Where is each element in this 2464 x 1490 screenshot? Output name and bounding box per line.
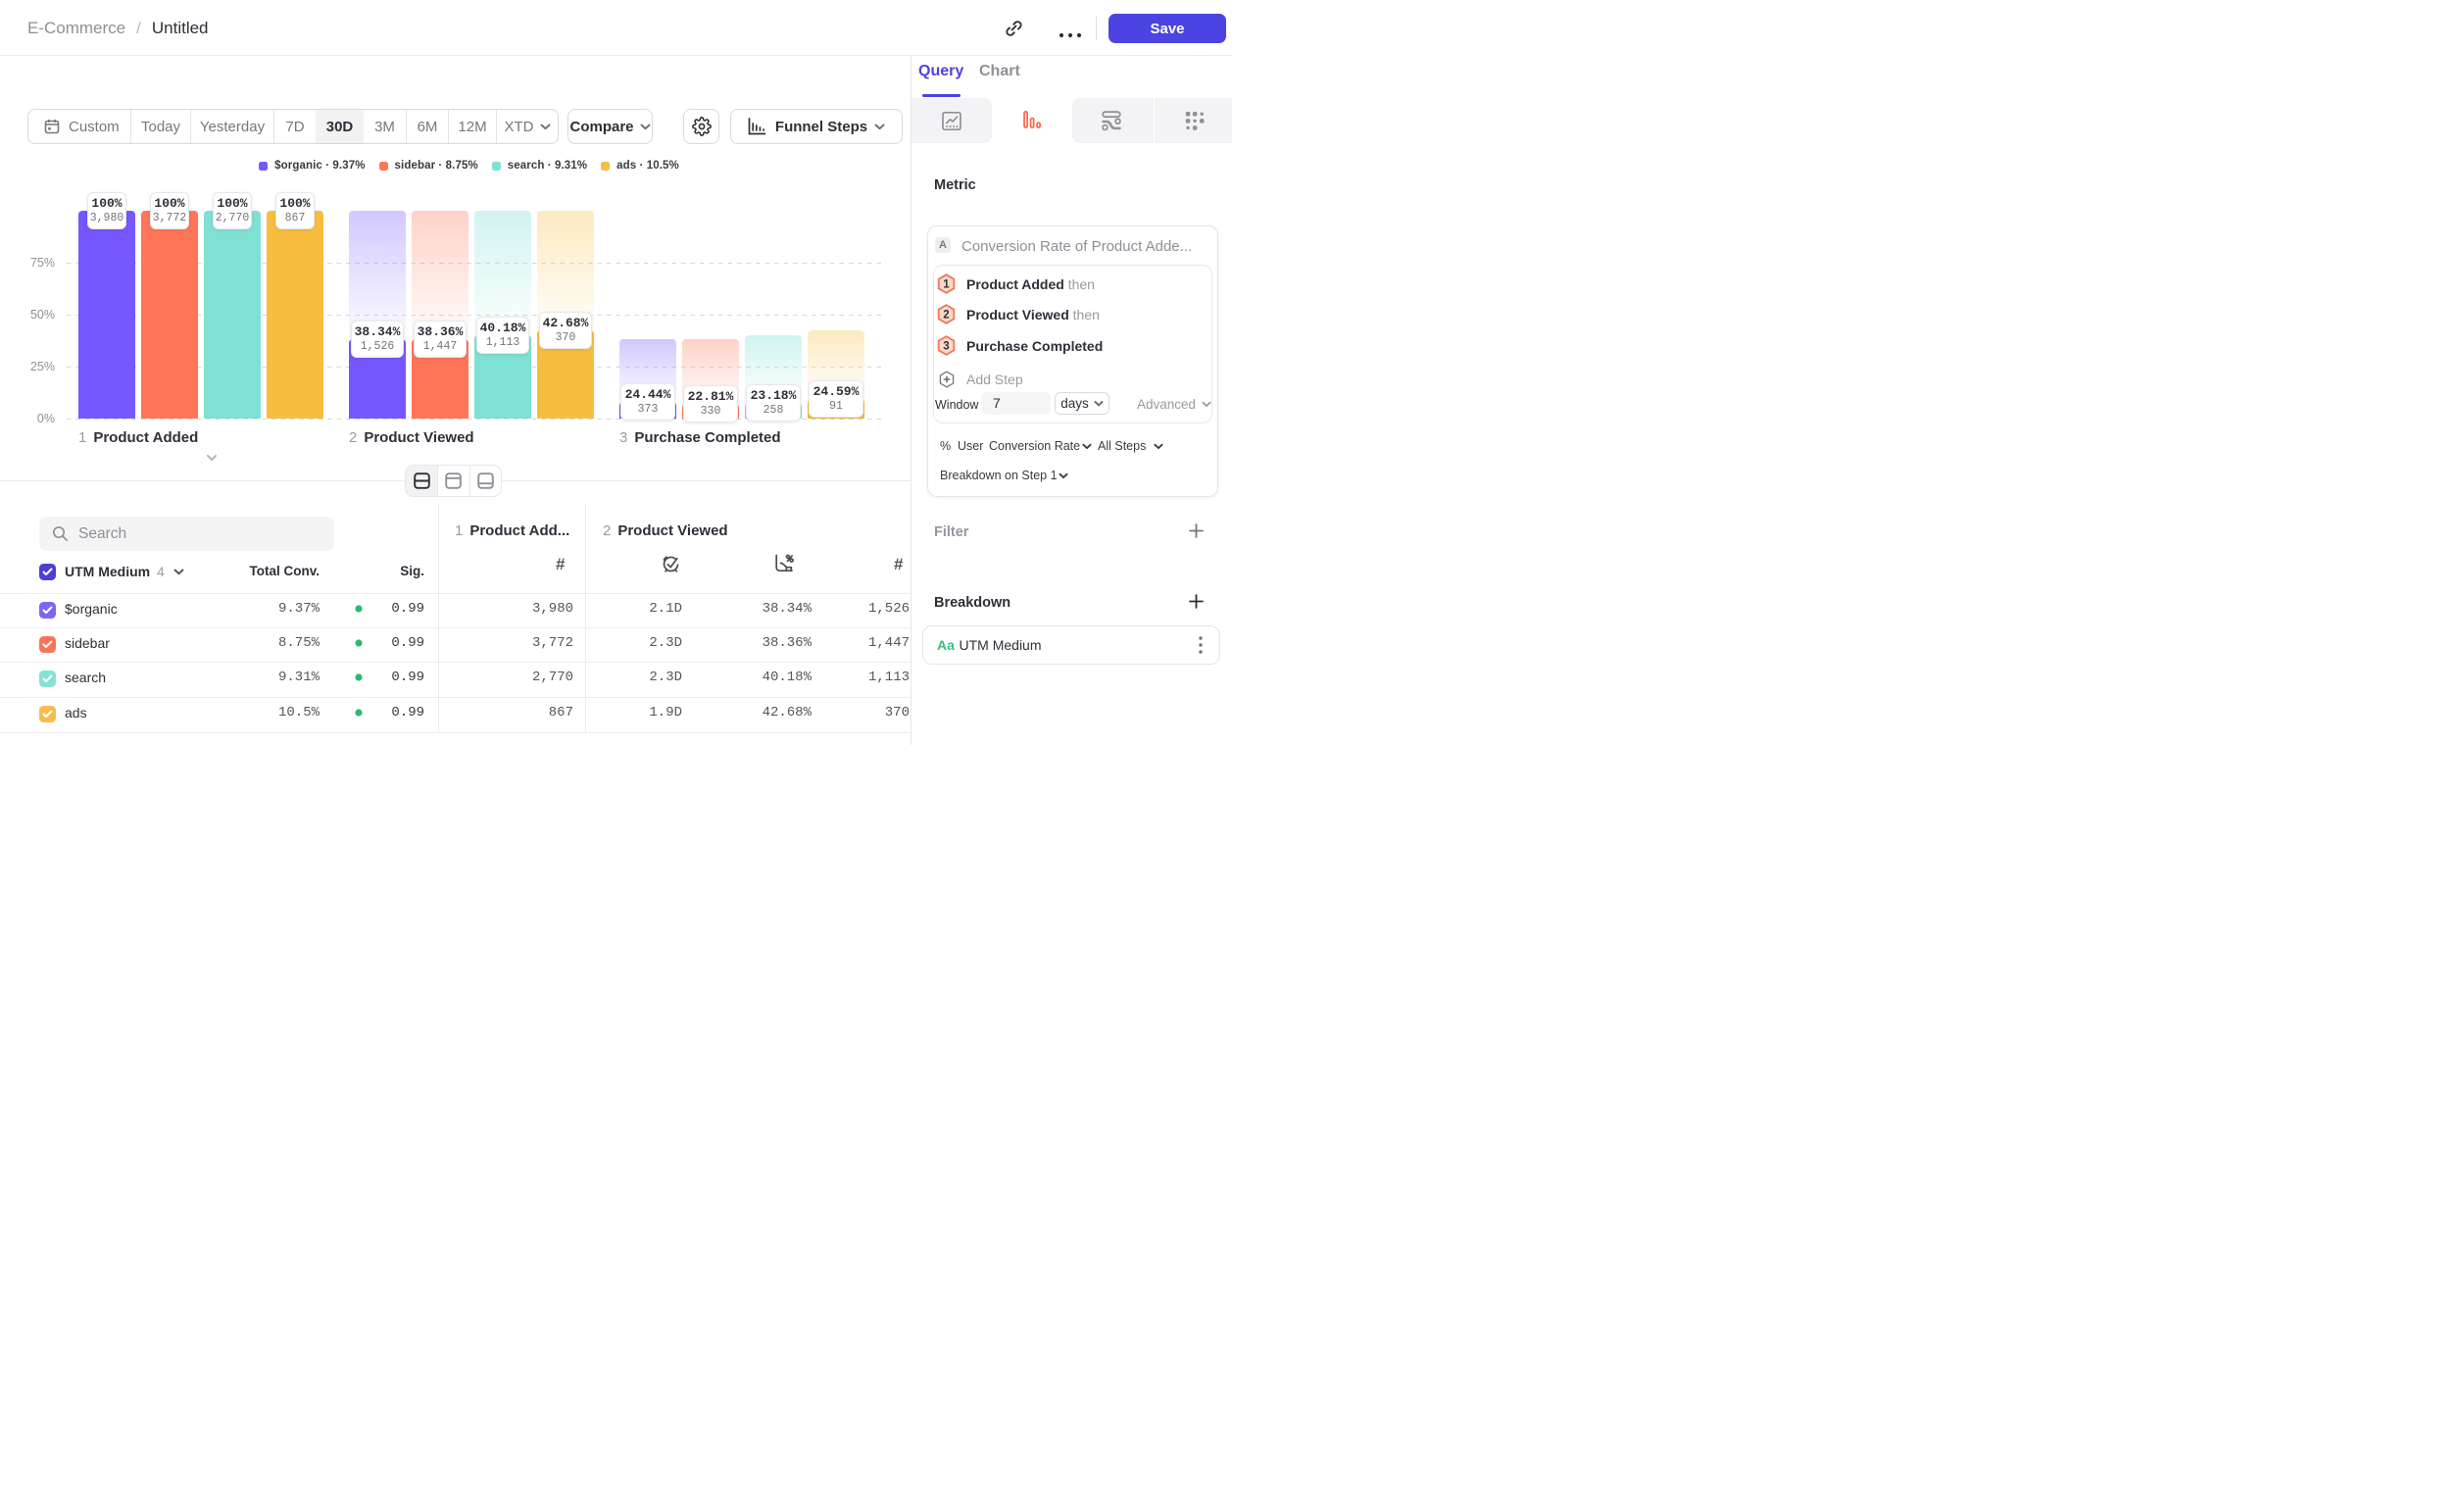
svg-text:2: 2 — [943, 310, 949, 322]
svg-text:1: 1 — [943, 279, 950, 291]
svg-text:3: 3 — [943, 341, 949, 353]
